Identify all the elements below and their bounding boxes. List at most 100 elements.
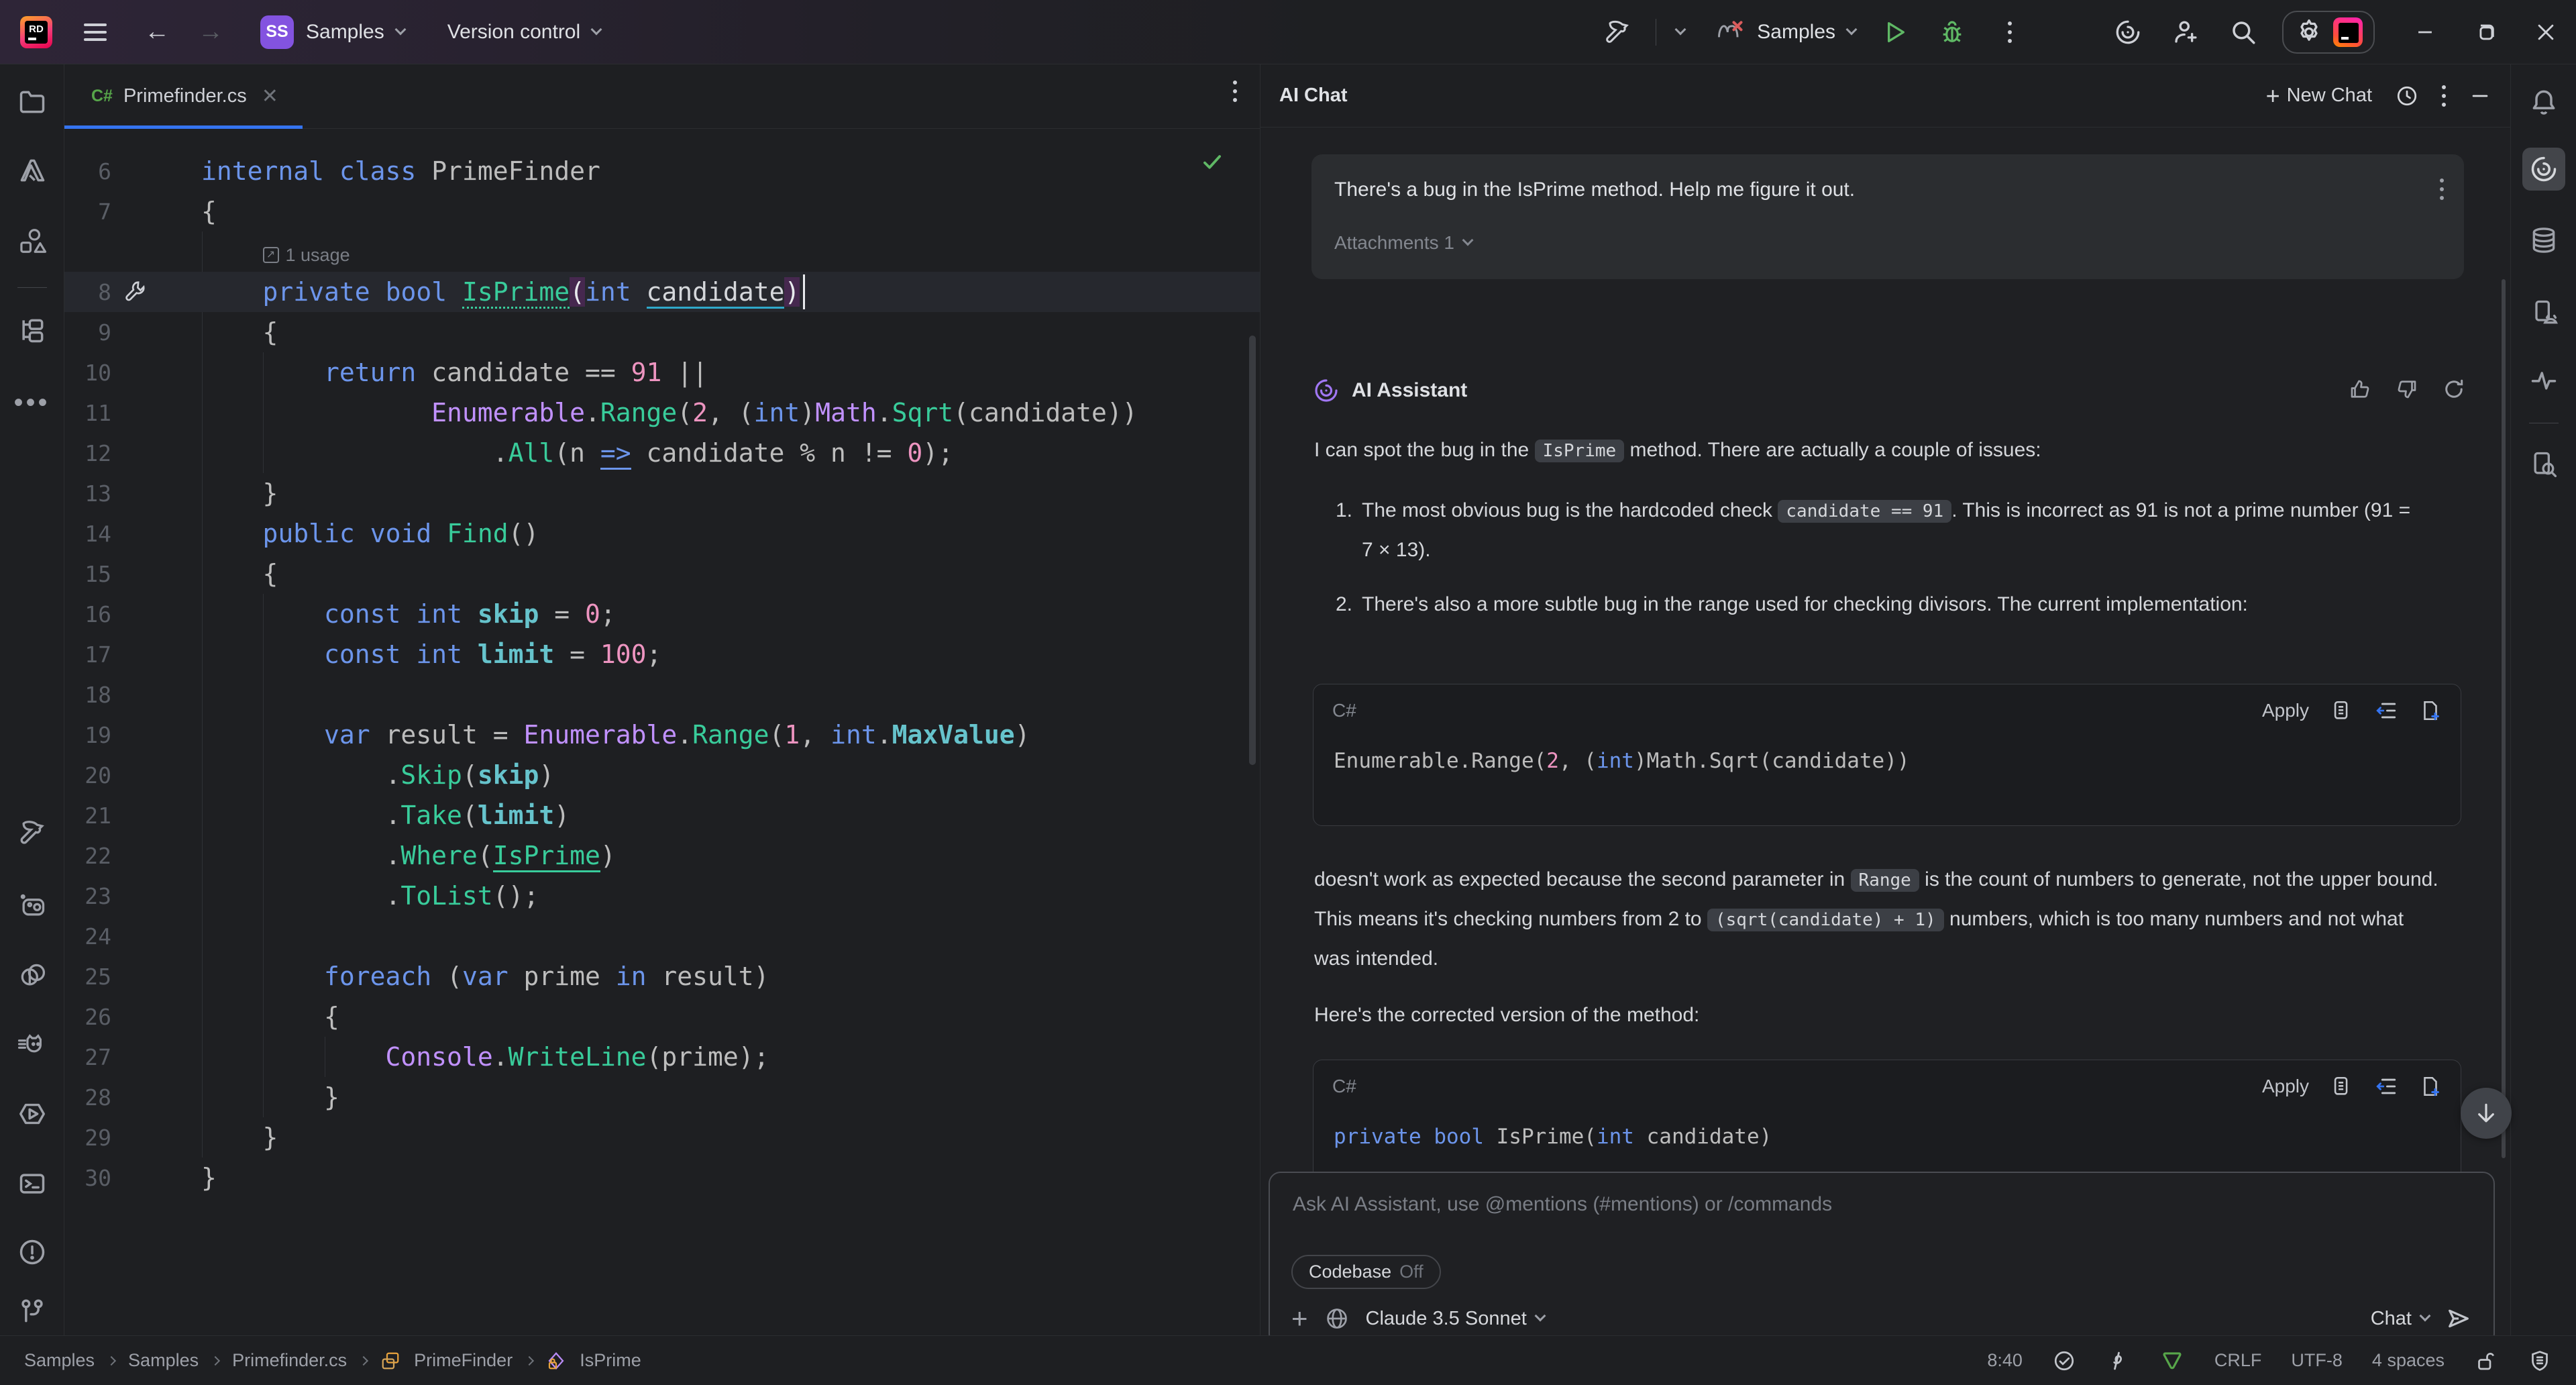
tab-primefinder[interactable]: C# Primefinder.cs ✕ [64, 64, 303, 129]
editor-line[interactable]: 12 .All(n => candidate % n != 0); [64, 433, 1260, 473]
terminal-tool-button[interactable] [11, 1162, 54, 1205]
codebase-toggle[interactable]: Codebase Off [1291, 1255, 1441, 1289]
more-actions-button[interactable] [1991, 13, 2029, 51]
editor-line[interactable]: 28 } [64, 1077, 1260, 1117]
editor-line[interactable]: 9 { [64, 312, 1260, 352]
back-button[interactable]: ← [138, 13, 176, 51]
monitoring-tool-button[interactable] [2522, 358, 2565, 401]
build-tool-button[interactable] [11, 812, 54, 855]
editor-line[interactable]: 29 } [64, 1117, 1260, 1158]
quick-fix-wrench-icon[interactable] [123, 279, 149, 305]
scroll-to-bottom-button[interactable] [2461, 1088, 2512, 1139]
ai-assistant-button[interactable] [2109, 13, 2147, 51]
new-file-from-snippet-icon[interactable] [2419, 1075, 2442, 1098]
message-options-button[interactable] [2440, 178, 2444, 200]
usages-inlay-hint[interactable]: ↗1 usage [263, 235, 350, 275]
azure-explorer-button[interactable] [11, 149, 54, 192]
breadcrumb-item[interactable]: IsPrime [580, 1350, 641, 1371]
send-button[interactable] [2445, 1305, 2472, 1332]
editor-line[interactable]: 19 var result = Enumerable.Range(1, int.… [64, 715, 1260, 755]
editor-line[interactable]: 18 [64, 674, 1260, 715]
editor-line[interactable]: 13 } [64, 473, 1260, 513]
inspections-ok-icon[interactable] [1199, 149, 1225, 174]
chat-mode-selector[interactable]: Chat [2371, 1308, 2429, 1330]
solution-analysis-icon[interactable] [2159, 1348, 2185, 1374]
apply-button[interactable]: Apply [2262, 1076, 2309, 1097]
thumbs-up-icon[interactable] [2348, 377, 2372, 401]
editor-line[interactable]: 7{ [64, 191, 1260, 232]
web-globe-icon[interactable] [1324, 1306, 1350, 1331]
build-button[interactable] [1598, 13, 1635, 51]
more-tool-windows-button[interactable]: ••• [11, 381, 54, 424]
thumbs-down-icon[interactable] [2395, 377, 2419, 401]
minimize-button[interactable] [2395, 0, 2455, 64]
editor-line[interactable]: 11 Enumerable.Range(2, (int)Math.Sqrt(ca… [64, 393, 1260, 433]
insert-at-caret-icon[interactable] [2375, 1075, 2398, 1098]
chat-input-box[interactable]: Ask AI Assistant, use @mentions (#mentio… [1269, 1172, 2495, 1346]
regenerate-icon[interactable] [2442, 377, 2466, 401]
check-circle-icon[interactable] [2052, 1349, 2076, 1373]
settings-button[interactable] [2294, 17, 2324, 47]
breadcrumb-item[interactable]: Primefinder.cs [232, 1350, 347, 1371]
tab-close-icon[interactable]: ✕ [258, 85, 278, 108]
project-widget[interactable]: SS Samples [260, 15, 405, 49]
coverage-tool-button[interactable] [11, 954, 54, 997]
solution-explorer-button[interactable] [11, 81, 54, 123]
debug-button[interactable] [1933, 13, 1971, 51]
editor-line[interactable]: 6internal class PrimeFinder [64, 151, 1260, 191]
editor-inlay-row[interactable]: ↗1 usage [64, 232, 1260, 272]
problems-tool-button[interactable] [11, 1231, 54, 1274]
hierarchy-tool-button[interactable] [11, 309, 54, 352]
editor-line[interactable]: 22 .Where(IsPrime) [64, 835, 1260, 876]
editor-line[interactable]: 8 private bool IsPrime(int candidate) [64, 272, 1260, 312]
editor-line[interactable]: 15 { [64, 554, 1260, 594]
copy-icon[interactable] [2330, 1075, 2353, 1098]
editor-line[interactable]: 16 const int skip = 0; [64, 594, 1260, 634]
editor-line[interactable]: 26 { [64, 996, 1260, 1037]
highlighting-level-icon[interactable] [2106, 1349, 2130, 1373]
editor-line[interactable]: 25 foreach (var prime in result) [64, 956, 1260, 996]
editor-line[interactable]: 14 public void Find() [64, 513, 1260, 554]
line-separator-widget[interactable]: CRLF [2214, 1350, 2262, 1371]
code-with-me-button[interactable] [2167, 13, 2204, 51]
editor-line[interactable]: 30} [64, 1158, 1260, 1198]
editor-line[interactable]: 17 const int limit = 100; [64, 634, 1260, 674]
indent-widget[interactable]: 4 spaces [2372, 1350, 2445, 1371]
code-editor[interactable]: 6internal class PrimeFinder7{ ↗1 usage8 … [64, 129, 1260, 1335]
vcs-widget[interactable]: Version control [447, 21, 600, 44]
new-chat-button[interactable]: + New Chat [2266, 84, 2372, 108]
structure-button[interactable] [11, 220, 54, 263]
caret-position-widget[interactable]: 8:40 [1987, 1350, 2023, 1371]
unlocked-icon[interactable] [2474, 1349, 2498, 1373]
services-tool-button[interactable] [11, 1092, 54, 1135]
trust-shield-icon[interactable] [2528, 1349, 2552, 1373]
attachments-toggle[interactable]: Attachments 1 [1334, 232, 1472, 254]
search-everywhere-button[interactable] [2224, 13, 2262, 51]
git-tool-button[interactable] [11, 1290, 54, 1333]
breadcrumb-item[interactable]: Samples [128, 1350, 199, 1371]
chat-history-button[interactable] [2395, 84, 2419, 108]
hide-panel-button[interactable] [2469, 85, 2491, 107]
run-widget-expand-chevron[interactable] [1675, 23, 1686, 35]
run-configuration-selector[interactable]: Samples [1715, 17, 1856, 47]
nuget-tool-button[interactable] [11, 1023, 54, 1066]
database-tool-button[interactable] [2522, 219, 2565, 262]
editor-line[interactable]: 24 [64, 916, 1260, 956]
editor-line[interactable]: 20 .Skip(skip) [64, 755, 1260, 795]
chat-options-button[interactable] [2442, 85, 2446, 107]
editor-line[interactable]: 23 .ToList(); [64, 876, 1260, 916]
insert-at-caret-icon[interactable] [2375, 699, 2398, 722]
editor-line[interactable]: 10 return candidate == 91 || [64, 352, 1260, 393]
encoding-widget[interactable]: UTF-8 [2291, 1350, 2343, 1371]
breadcrumb-item[interactable]: Samples [24, 1350, 95, 1371]
chat-scrollbar[interactable] [2502, 279, 2506, 1158]
copy-icon[interactable] [2330, 699, 2353, 722]
run-button[interactable] [1876, 13, 1913, 51]
profiler-tool-button[interactable] [11, 884, 54, 927]
notifications-button[interactable] [2522, 81, 2565, 123]
attach-button[interactable]: + [1291, 1304, 1308, 1333]
device-manager-button[interactable] [2522, 291, 2565, 334]
editor-scrollbar[interactable] [1249, 336, 1256, 765]
editor-line[interactable]: 27 Console.WriteLine(prime); [64, 1037, 1260, 1077]
device-explorer-button[interactable] [2522, 443, 2565, 486]
